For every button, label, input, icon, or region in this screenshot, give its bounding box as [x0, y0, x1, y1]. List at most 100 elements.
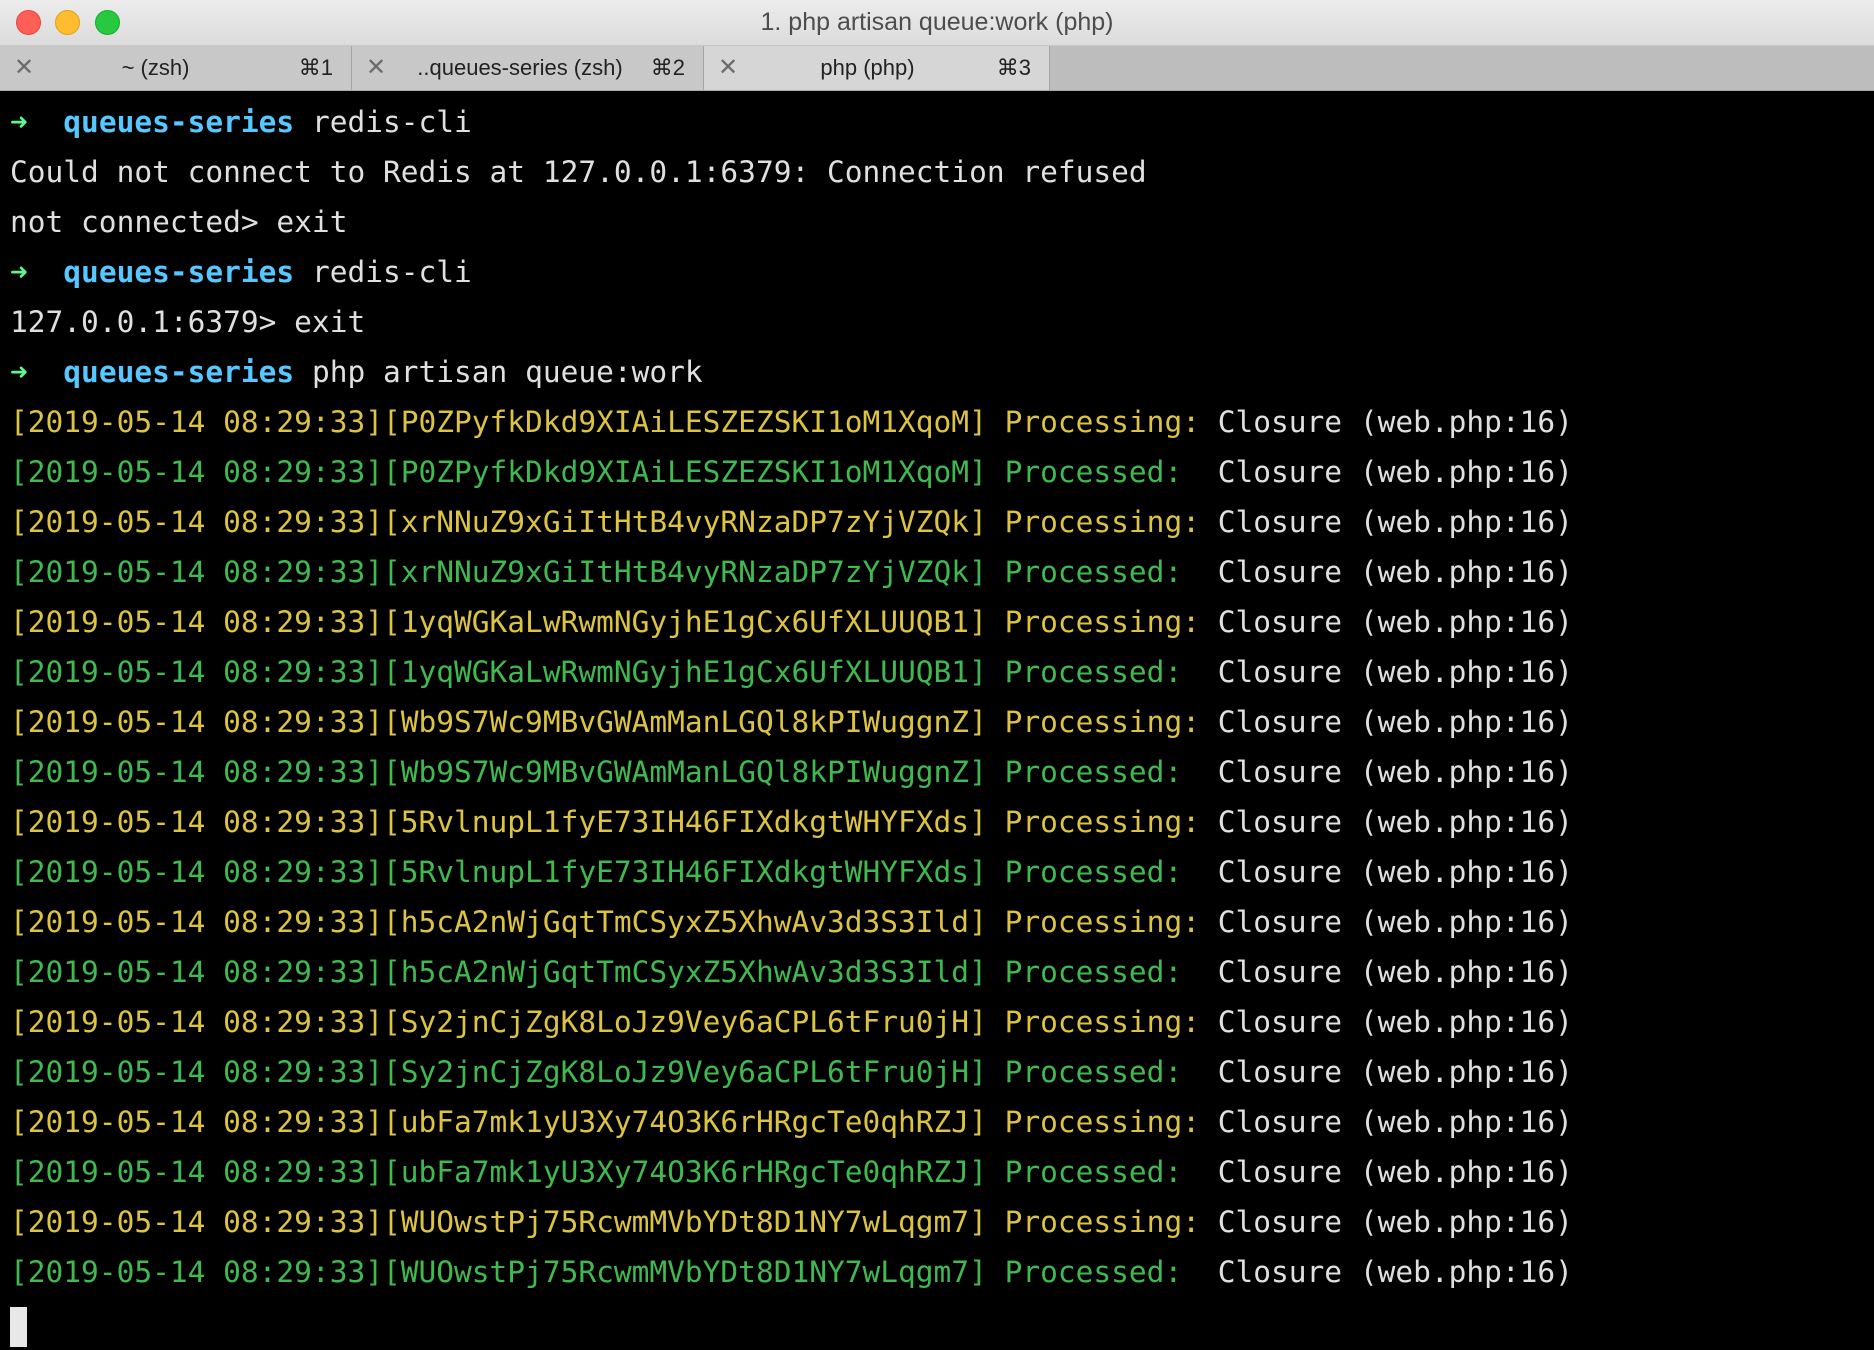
log-status: Processed:	[1004, 1255, 1200, 1289]
log-line-processing: [2019-05-14 08:29:33][xrNNuZ9xGiItHtB4vy…	[10, 497, 1870, 547]
output-line: not connected> exit	[10, 205, 348, 239]
log-status: Processed:	[1004, 855, 1200, 889]
tab-shortcut: ⌘1	[298, 55, 333, 80]
log-line-processed: [2019-05-14 08:29:33][P0ZPyfkDkd9XIAiLES…	[10, 447, 1870, 497]
log-status: Processing:	[1004, 405, 1200, 439]
log-prefix: [2019-05-14 08:29:33][ubFa7mk1yU3Xy74O3K…	[10, 1155, 987, 1189]
log-line-processed: [2019-05-14 08:29:33][h5cA2nWjGqtTmCSyxZ…	[10, 947, 1870, 997]
log-line-processed: [2019-05-14 08:29:33][Sy2jnCjZgK8LoJz9Ve…	[10, 1047, 1870, 1097]
log-line-processed: [2019-05-14 08:29:33][5RvlnupL1fyE73IH46…	[10, 847, 1870, 897]
log-job: Closure (web.php:16)	[1217, 1155, 1573, 1189]
log-job: Closure (web.php:16)	[1217, 505, 1573, 539]
prompt-arrow-icon: ➜	[10, 105, 28, 139]
log-status: Processed:	[1004, 1055, 1200, 1089]
tab-php[interactable]: ✕ php (php) ⌘3	[704, 46, 1050, 90]
log-line-processing: [2019-05-14 08:29:33][P0ZPyfkDkd9XIAiLES…	[10, 397, 1870, 447]
log-prefix: [2019-05-14 08:29:33][Wb9S7Wc9MBvGWAmMan…	[10, 755, 987, 789]
output-line: Could not connect to Redis at 127.0.0.1:…	[10, 155, 1147, 189]
prompt-directory: queues-series	[63, 255, 295, 289]
log-line-processing: [2019-05-14 08:29:33][1yqWGKaLwRwmNGyjhE…	[10, 597, 1870, 647]
output-line: 127.0.0.1:6379> exit	[10, 305, 366, 339]
log-job: Closure (web.php:16)	[1217, 1105, 1573, 1139]
log-prefix: [2019-05-14 08:29:33][5RvlnupL1fyE73IH46…	[10, 805, 987, 839]
log-prefix: [2019-05-14 08:29:33][WUOwstPj75RcwmMVbY…	[10, 1205, 987, 1239]
cursor-line	[10, 1297, 1870, 1347]
log-status: Processing:	[1004, 505, 1200, 539]
command-text: redis-cli	[311, 105, 472, 139]
log-line-processing: [2019-05-14 08:29:33][5RvlnupL1fyE73IH46…	[10, 797, 1870, 847]
log-job: Closure (web.php:16)	[1217, 1055, 1573, 1089]
log-status: Processed:	[1004, 555, 1200, 589]
prompt-arrow-icon: ➜	[10, 355, 28, 389]
terminal-output[interactable]: ➜ queues-series redis-cli Could not conn…	[10, 97, 1870, 1347]
terminal-window: 1. php artisan queue:work (php) ✕ ~ (zsh…	[0, 0, 1874, 1350]
command-text: redis-cli	[311, 255, 472, 289]
log-status: Processed:	[1004, 455, 1200, 489]
log-status: Processing:	[1004, 805, 1200, 839]
tab-shortcut: ⌘2	[650, 55, 685, 80]
log-status: Processed:	[1004, 655, 1200, 689]
tab-queues-series[interactable]: ✕ ..queues-series (zsh) ⌘2	[352, 46, 704, 90]
log-line-processing: [2019-05-14 08:29:33][Wb9S7Wc9MBvGWAmMan…	[10, 697, 1870, 747]
log-status: Processing:	[1004, 1005, 1200, 1039]
tab-label: ..queues-series (zsh)	[417, 55, 623, 80]
title-bar: 1. php artisan queue:work (php)	[0, 0, 1874, 46]
log-job: Closure (web.php:16)	[1217, 1255, 1573, 1289]
log-job: Closure (web.php:16)	[1217, 705, 1573, 739]
log-prefix: [2019-05-14 08:29:33][WUOwstPj75RcwmMVbY…	[10, 1255, 987, 1289]
log-prefix: [2019-05-14 08:29:33][P0ZPyfkDkd9XIAiLES…	[10, 405, 987, 439]
log-status: Processed:	[1004, 955, 1200, 989]
log-line-processing: [2019-05-14 08:29:33][h5cA2nWjGqtTmCSyxZ…	[10, 897, 1870, 947]
log-line-processed: [2019-05-14 08:29:33][1yqWGKaLwRwmNGyjhE…	[10, 647, 1870, 697]
log-prefix: [2019-05-14 08:29:33][1yqWGKaLwRwmNGyjhE…	[10, 655, 987, 689]
log-line-processed: [2019-05-14 08:29:33][WUOwstPj75RcwmMVbY…	[10, 1247, 1870, 1297]
log-status: Processing:	[1004, 1105, 1200, 1139]
log-line-processed: [2019-05-14 08:29:33][Wb9S7Wc9MBvGWAmMan…	[10, 747, 1870, 797]
window-title: 1. php artisan queue:work (php)	[760, 8, 1114, 36]
log-status: Processing:	[1004, 605, 1200, 639]
log-job: Closure (web.php:16)	[1217, 755, 1573, 789]
log-status: Processing:	[1004, 705, 1200, 739]
log-job: Closure (web.php:16)	[1217, 405, 1573, 439]
log-line-processing: [2019-05-14 08:29:33][ubFa7mk1yU3Xy74O3K…	[10, 1097, 1870, 1147]
log-status: Processing:	[1004, 905, 1200, 939]
log-line-processed: [2019-05-14 08:29:33][xrNNuZ9xGiItHtB4vy…	[10, 547, 1870, 597]
log-job: Closure (web.php:16)	[1217, 655, 1573, 689]
log-status: Processing:	[1004, 1205, 1200, 1239]
prompt-directory: queues-series	[63, 105, 295, 139]
log-job: Closure (web.php:16)	[1217, 805, 1573, 839]
log-prefix: [2019-05-14 08:29:33][Wb9S7Wc9MBvGWAmMan…	[10, 705, 987, 739]
text-cursor	[10, 1306, 27, 1347]
prompt-line: ➜ queues-series php artisan queue:work	[10, 347, 1870, 397]
log-prefix: [2019-05-14 08:29:33][h5cA2nWjGqtTmCSyxZ…	[10, 905, 987, 939]
log-prefix: [2019-05-14 08:29:33][ubFa7mk1yU3Xy74O3K…	[10, 1105, 987, 1139]
prompt-line: ➜ queues-series redis-cli	[10, 247, 1870, 297]
log-status: Processed:	[1004, 755, 1200, 789]
log-job: Closure (web.php:16)	[1217, 955, 1573, 989]
command-text: php artisan queue:work	[311, 355, 703, 389]
tab-label: php (php)	[820, 55, 915, 80]
log-job: Closure (web.php:16)	[1217, 555, 1573, 589]
log-status: Processed:	[1004, 1155, 1200, 1189]
log-prefix: [2019-05-14 08:29:33][h5cA2nWjGqtTmCSyxZ…	[10, 955, 987, 989]
tab-bar: ✕ ~ (zsh) ⌘1 ✕ ..queues-series (zsh) ⌘2 …	[0, 46, 1874, 91]
log-prefix: [2019-05-14 08:29:33][xrNNuZ9xGiItHtB4vy…	[10, 505, 987, 539]
log-prefix: [2019-05-14 08:29:33][5RvlnupL1fyE73IH46…	[10, 855, 987, 889]
log-job: Closure (web.php:16)	[1217, 905, 1573, 939]
log-prefix: [2019-05-14 08:29:33][Sy2jnCjZgK8LoJz9Ve…	[10, 1055, 987, 1089]
log-line-processed: [2019-05-14 08:29:33][ubFa7mk1yU3Xy74O3K…	[10, 1147, 1870, 1197]
prompt-directory: queues-series	[63, 355, 295, 389]
tab-zsh-home[interactable]: ✕ ~ (zsh) ⌘1	[0, 46, 352, 90]
log-line-processing: [2019-05-14 08:29:33][WUOwstPj75RcwmMVbY…	[10, 1197, 1870, 1247]
log-line-processing: [2019-05-14 08:29:33][Sy2jnCjZgK8LoJz9Ve…	[10, 997, 1870, 1047]
prompt-line: ➜ queues-series redis-cli	[10, 97, 1870, 147]
log-job: Closure (web.php:16)	[1217, 855, 1573, 889]
log-job: Closure (web.php:16)	[1217, 1005, 1573, 1039]
log-prefix: [2019-05-14 08:29:33][xrNNuZ9xGiItHtB4vy…	[10, 555, 987, 589]
prompt-arrow-icon: ➜	[10, 255, 28, 289]
log-prefix: [2019-05-14 08:29:33][Sy2jnCjZgK8LoJz9Ve…	[10, 1005, 987, 1039]
log-job: Closure (web.php:16)	[1217, 455, 1573, 489]
log-prefix: [2019-05-14 08:29:33][1yqWGKaLwRwmNGyjhE…	[10, 605, 987, 639]
log-job: Closure (web.php:16)	[1217, 605, 1573, 639]
log-job: Closure (web.php:16)	[1217, 1205, 1573, 1239]
